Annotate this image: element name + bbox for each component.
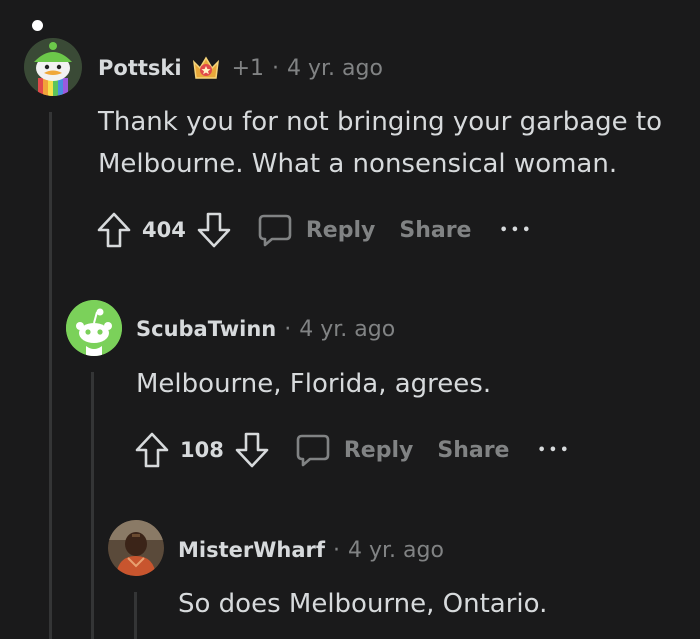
comment-body: So does Melbourne, Ontario. xyxy=(178,583,547,625)
more-options-label: ••• xyxy=(499,222,534,238)
downvote-icon[interactable] xyxy=(234,430,270,470)
reply-button[interactable]: Reply xyxy=(294,431,414,469)
comment-bubble-icon xyxy=(296,434,330,467)
avatar-image xyxy=(24,38,82,96)
avatar[interactable] xyxy=(66,300,122,356)
action-bar: 404 Reply Share ••• xyxy=(96,208,533,252)
avatar[interactable] xyxy=(24,38,82,96)
comment-body-line: Melbourne, Florida, agrees. xyxy=(136,369,492,399)
reply-label: Reply xyxy=(343,437,414,463)
separator-dot: · xyxy=(333,537,341,563)
timestamp[interactable]: 4 yr. ago xyxy=(348,538,444,563)
more-options-icon[interactable]: ••• xyxy=(499,223,533,238)
upvote-icon[interactable] xyxy=(134,430,170,470)
comment-body: Melbourne, Florida, agrees. xyxy=(136,363,491,405)
thread-line[interactable] xyxy=(91,372,94,639)
comment-bubble-icon xyxy=(258,214,292,247)
username[interactable]: Pottski xyxy=(98,56,182,80)
vote-count: 108 xyxy=(180,438,224,462)
avatar-antenna-dot xyxy=(32,20,43,31)
upvote-icon[interactable] xyxy=(96,210,132,250)
vote-count: 404 xyxy=(142,218,186,242)
share-label: Share xyxy=(437,437,510,463)
share-button[interactable]: Share xyxy=(399,218,471,243)
more-options-icon[interactable]: ••• xyxy=(537,443,571,458)
award-badge-icon[interactable] xyxy=(190,54,222,82)
snoo-avatar-icon xyxy=(66,300,122,356)
timestamp[interactable]: 4 yr. ago xyxy=(299,317,395,342)
comment-meta: ScubaTwinn · 4 yr. ago xyxy=(136,313,395,345)
avatar[interactable] xyxy=(108,520,164,576)
comment-meta: Pottski +1 · 4 yr. ago xyxy=(98,52,383,84)
username[interactable]: MisterWharf xyxy=(178,538,325,562)
more-options-label: ••• xyxy=(537,442,572,458)
avatar-image xyxy=(108,520,164,576)
separator-dot: · xyxy=(272,55,279,81)
thread-line[interactable] xyxy=(49,112,52,639)
thread-line[interactable] xyxy=(134,592,137,639)
timestamp[interactable]: 4 yr. ago xyxy=(287,56,383,81)
share-label: Share xyxy=(399,217,472,243)
reply-button[interactable]: Reply xyxy=(256,211,376,249)
action-bar: 108 Reply Share ••• xyxy=(134,428,571,472)
karma-count: +1 xyxy=(231,55,264,81)
reply-label: Reply xyxy=(305,217,376,243)
comment-body-line: Melbourne. What a nonsensical woman. xyxy=(98,149,618,179)
comment-body-line: Thank you for not bringing your garbage … xyxy=(98,107,663,137)
separator-dot: · xyxy=(284,316,292,342)
downvote-icon[interactable] xyxy=(196,210,232,250)
comment-body: Thank you for not bringing your garbage … xyxy=(98,101,662,185)
comment-body-line: So does Melbourne, Ontario. xyxy=(178,589,548,619)
share-button[interactable]: Share xyxy=(437,438,509,463)
comment-meta: MisterWharf · 4 yr. ago xyxy=(178,534,444,566)
username[interactable]: ScubaTwinn xyxy=(136,317,276,341)
